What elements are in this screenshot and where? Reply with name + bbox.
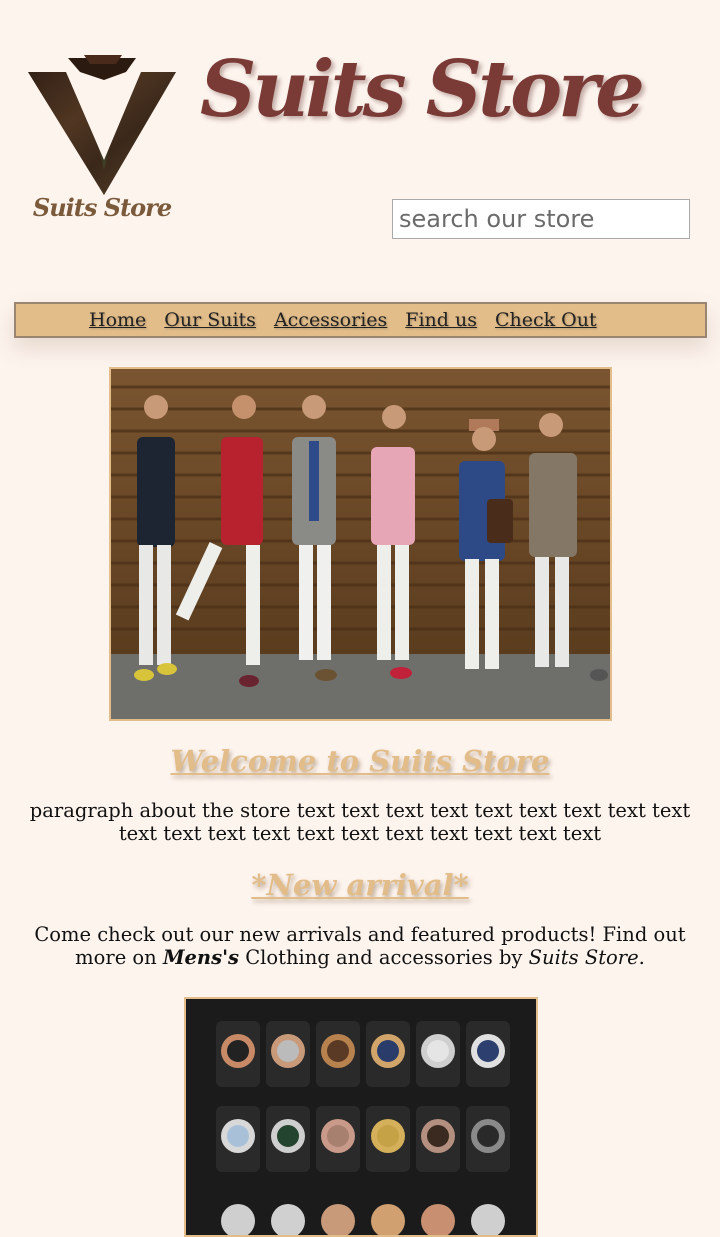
new-arrival-paragraph: Come check out our new arrivals and feat… [16, 923, 704, 969]
search-input[interactable] [392, 199, 690, 239]
logo-text: Suits Store [33, 193, 172, 222]
nav-accessories[interactable]: Accessories [274, 309, 387, 331]
welcome-heading: Welcome to Suits Store [170, 744, 550, 778]
nav-our-suits[interactable]: Our Suits [164, 309, 256, 331]
new-arrival-text-end: . [638, 946, 645, 969]
main-nav: Home Our Suits Accessories Find us Check… [14, 302, 707, 338]
nav-check-out[interactable]: Check Out [495, 309, 597, 331]
hero-image [109, 367, 612, 721]
store-name-italic: Suits Store [528, 946, 639, 969]
welcome-paragraph: paragraph about the store text text text… [29, 799, 691, 845]
site-title: Suits Store [200, 44, 645, 135]
nav-home[interactable]: Home [89, 309, 146, 331]
watches-image [184, 997, 538, 1237]
logo[interactable]: Suits Store [26, 50, 178, 225]
new-arrival-text-middle: Clothing and accessories by [239, 946, 529, 969]
nav-find-us[interactable]: Find us [405, 309, 477, 331]
mens-label: Mens's [162, 946, 240, 969]
new-arrival-heading: *New arrival* [251, 868, 469, 902]
